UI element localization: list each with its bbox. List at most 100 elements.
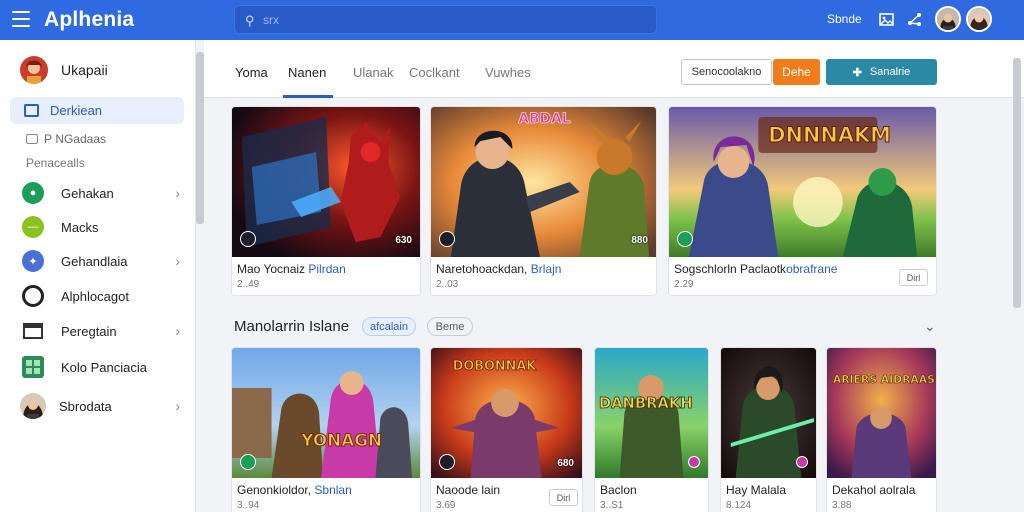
game-meta: 3.69	[436, 500, 456, 511]
search-input[interactable]	[263, 12, 643, 27]
game-thumbnail: ARIERS AIDRAAS	[827, 348, 936, 478]
sidebar-item-peregtain[interactable]: Peregtain ›	[22, 318, 184, 344]
image-icon[interactable]	[878, 11, 895, 28]
sidebar-sub-item[interactable]: P NGadaas	[26, 132, 106, 146]
card-icon	[26, 134, 38, 144]
game-tag[interactable]: Dirl	[899, 269, 928, 286]
game-art-title: ABDAL	[518, 111, 570, 127]
tab-ulanak[interactable]: Ulanak	[353, 65, 393, 80]
game-meta: 2.29	[674, 279, 694, 290]
sidebar-item-active[interactable]: Derkiean	[10, 97, 184, 124]
sidebar-item-gehandlaia[interactable]: ✦ Gehandlaia ›	[22, 248, 184, 274]
chevron-right-icon: ›	[175, 398, 180, 414]
tab-vuwhes[interactable]: Vuwhes	[485, 65, 531, 80]
game-meta: 8.124	[726, 500, 752, 511]
chevron-right-icon: ›	[175, 323, 180, 339]
game-title: Genonkioldor, Sbnlan	[237, 483, 352, 497]
game-title: Hay Malala	[726, 483, 787, 497]
game-meta: 3..94	[237, 500, 260, 511]
game-badge-icon	[439, 454, 455, 470]
game-card[interactable]: DOBONNAK 680 Naoode lain 3.69 Dirl	[430, 347, 583, 512]
primary-orange-button[interactable]: Dehe	[773, 59, 820, 85]
game-art-title: DANBRAKH	[599, 394, 693, 412]
game-score-badge: 630	[395, 235, 412, 246]
sidebar-item-label: Derkiean	[50, 103, 103, 118]
game-art-title: ARIERS AIDRAAS	[833, 373, 935, 386]
game-art-title: DOBONNAK	[453, 359, 538, 374]
filter-chip-active[interactable]: afcalain	[362, 317, 416, 336]
game-badge-icon	[796, 456, 808, 468]
game-title: Dekahol aolrala	[832, 483, 916, 497]
sidebar: Ukapaii Derkiean P NGadaas Penacealls ● …	[0, 40, 196, 512]
game-thumbnail: 630	[232, 107, 420, 257]
tab-nanen[interactable]: Nanen	[288, 65, 326, 80]
game-thumbnail: YONAGN	[232, 348, 420, 478]
game-title: Sogschlorln Paclaotkobrafrane	[674, 262, 838, 276]
game-title: Naretohoackdan, Brlajn	[436, 262, 562, 276]
app-title: Aplhenia	[44, 8, 135, 31]
game-tag[interactable]: Dirl	[549, 489, 578, 506]
search-icon: ⚲	[245, 12, 255, 28]
game-score-badge: 680	[557, 458, 574, 469]
search-bar[interactable]: ⚲	[234, 5, 657, 34]
main-scrollbar[interactable]	[1013, 58, 1021, 308]
tab-yoma[interactable]: Yoma	[235, 65, 268, 80]
user-avatar[interactable]	[935, 6, 961, 32]
active-tab-indicator	[283, 95, 333, 98]
chevron-right-icon: ›	[175, 185, 180, 201]
game-thumbnail: ABDAL 880	[431, 107, 656, 257]
game-card[interactable]: Hay Malala 8.124	[720, 347, 817, 512]
sidebar-item-kolo-panciacia[interactable]: Kolo Panciacia	[22, 354, 184, 380]
sidebar-item-label: Sbrodata	[59, 398, 112, 414]
game-badge-icon	[439, 231, 455, 247]
top-bar: Aplhenia ⚲ Sbnde	[0, 0, 1024, 40]
game-card[interactable]: DNNNAKM Sogschlorln Paclaotkobrafrane 2.…	[668, 106, 937, 296]
sidebar-item-macks[interactable]: — Macks	[22, 214, 184, 240]
section-title: Manolarrin Islane	[234, 318, 350, 335]
menu-icon[interactable]	[12, 11, 30, 27]
folder-icon	[24, 104, 39, 117]
game-badge-icon	[688, 456, 700, 468]
sidebar-item-label: Gehandlaia	[61, 253, 128, 269]
add-button[interactable]: ✚ Sanalrie	[826, 59, 937, 85]
game-thumbnail	[721, 348, 816, 478]
game-badge-icon	[240, 454, 256, 470]
game-badge-icon	[240, 231, 256, 247]
game-card[interactable]: ARIERS AIDRAAS Dekahol aolrala 3.88	[826, 347, 937, 512]
sidebar-section-label: Penacealls	[26, 156, 85, 170]
game-meta: 3..S1	[600, 500, 624, 511]
user-avatar-secondary[interactable]	[966, 6, 992, 32]
game-art-title: DNNNAKM	[768, 123, 891, 147]
game-meta: 2..49	[237, 279, 260, 290]
add-icon: ✚	[852, 66, 862, 79]
add-button-label: Sanalrie	[869, 66, 911, 78]
game-card[interactable]: DANBRAKH Baclon 3..S1	[594, 347, 709, 512]
game-title: Baclon	[600, 483, 637, 497]
game-title: Naoode lain	[436, 483, 501, 497]
avatar-icon	[20, 393, 46, 419]
secondary-action-button[interactable]: Senocoolakno	[681, 59, 772, 85]
game-thumbnail: DANBRAKH	[595, 348, 708, 478]
sidebar-item-label: Macks	[61, 219, 99, 235]
game-badge-icon	[677, 231, 693, 247]
game-card[interactable]: ABDAL 880 Naretohoackdan, Brlajn 2..03	[430, 106, 657, 296]
chevron-down-icon[interactable]: ⌄	[924, 318, 936, 335]
sidebar-item-alphlocagot[interactable]: Alphlocagot	[22, 283, 184, 309]
sidebar-scrollbar[interactable]	[196, 52, 204, 224]
ring-icon	[22, 285, 44, 307]
sidebar-item-sbrodata[interactable]: Sbrodata ›	[20, 393, 184, 419]
profile[interactable]: Ukapaii	[20, 56, 108, 84]
sidebar-item-label: Alphlocagot	[61, 288, 129, 304]
sidebar-item-gehakan[interactable]: ● Gehakan ›	[22, 180, 184, 206]
mail-icon	[22, 320, 44, 342]
share-icon[interactable]	[906, 11, 923, 28]
game-title: Mao Yocnaiz Pilrdan	[237, 262, 346, 276]
game-thumbnail: DOBONNAK 680	[431, 348, 582, 478]
top-link[interactable]: Sbnde	[827, 12, 862, 26]
filter-chip[interactable]: Beme	[427, 317, 473, 336]
game-thumbnail: DNNNAKM	[669, 107, 936, 257]
tab-coclkant[interactable]: Coclkant	[409, 65, 460, 80]
game-card[interactable]: 630 Mao Yocnaiz Pilrdan 2..49	[231, 106, 421, 296]
game-card[interactable]: YONAGN Genonkioldor, Sbnlan 3..94	[231, 347, 421, 512]
game-meta: 3.88	[832, 500, 852, 511]
